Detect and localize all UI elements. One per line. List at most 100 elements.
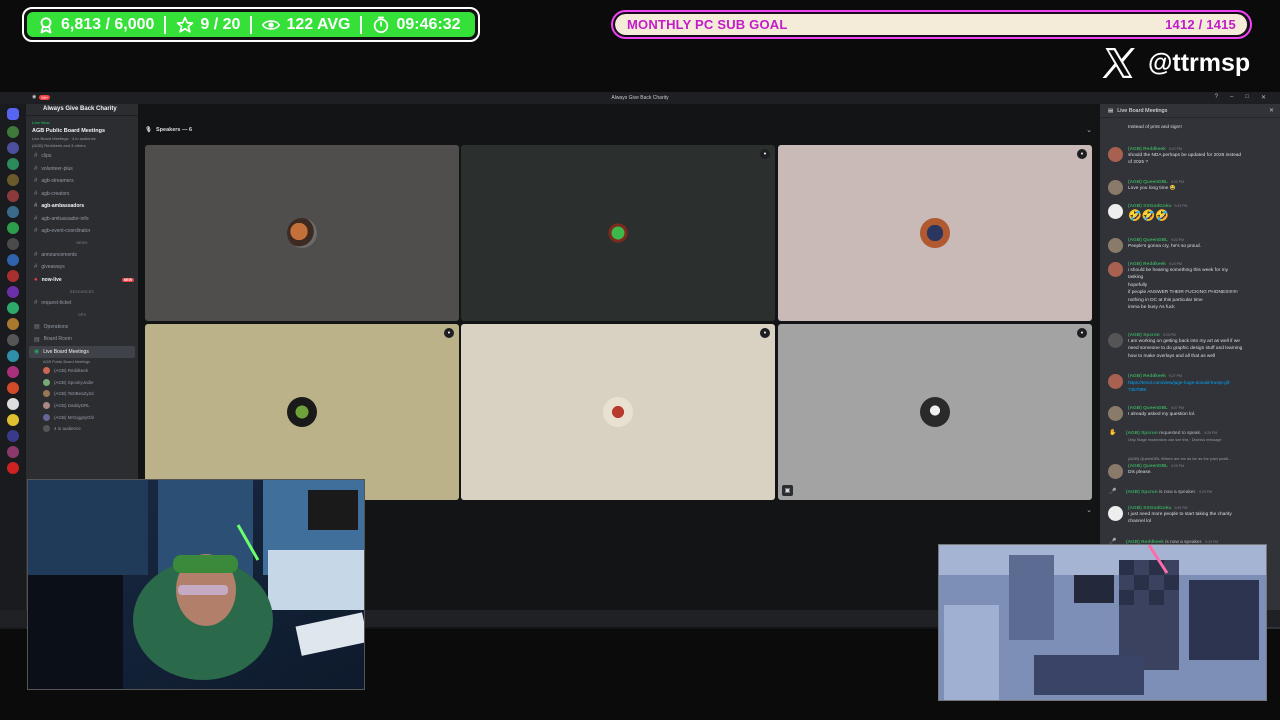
timestamp: 9:22 PM xyxy=(1168,147,1182,151)
server-icon[interactable] xyxy=(7,286,19,298)
channel-label: Live Board Meetings xyxy=(43,348,89,355)
close-icon[interactable]: ✕ xyxy=(1261,94,1266,101)
live-dot-icon: ● xyxy=(34,276,38,283)
chevron-down-icon[interactable]: ⌄ xyxy=(1086,126,1092,134)
channel-operations[interactable]: ▤ Operations xyxy=(26,321,138,334)
webcam-scene xyxy=(939,545,1266,700)
audience-count[interactable]: 4 in audience xyxy=(26,423,138,435)
speaker-tile[interactable]: • xyxy=(778,145,1092,321)
server-icon[interactable] xyxy=(7,174,19,186)
speaker-tile[interactable]: • xyxy=(145,324,459,500)
channel-now-live[interactable]: ● now-live NEW xyxy=(26,274,138,287)
avatar xyxy=(43,413,50,421)
channel-request-ticket[interactable]: # request-ticket xyxy=(26,297,138,310)
avatar xyxy=(1108,262,1123,277)
speaker-tile[interactable]: • xyxy=(461,145,775,321)
server-icon[interactable] xyxy=(7,398,19,410)
channel-board-room[interactable]: ▤ Board Room xyxy=(26,333,138,346)
channel-label: request-ticket xyxy=(41,300,72,307)
message-link[interactable]: 7357998 xyxy=(1128,386,1276,393)
channel-announcements[interactable]: # announcements xyxy=(26,249,138,262)
discord-home-icon[interactable] xyxy=(7,108,19,120)
chevron-down-icon[interactable]: ⌄ xyxy=(1086,506,1092,514)
server-icon[interactable] xyxy=(7,334,19,346)
server-icon[interactable] xyxy=(7,430,19,442)
server-icon[interactable] xyxy=(7,142,19,154)
voice-member[interactable]: (AGB) Reddkeek xyxy=(26,365,138,377)
server-icon[interactable] xyxy=(7,318,19,330)
channel-label: volunteer-plus xyxy=(41,165,73,172)
channel-agb-ambassador-info[interactable]: # agb-ambassador-info xyxy=(26,213,138,226)
live-event-card[interactable]: Live Now AGB Public Board Meetings Live … xyxy=(26,116,138,150)
server-icon[interactable] xyxy=(7,366,19,378)
server-name[interactable]: Always Give Back Charity xyxy=(26,104,138,116)
maximize-icon[interactable]: □ xyxy=(1245,94,1249,101)
more-icon[interactable]: • xyxy=(1077,328,1087,338)
avatar xyxy=(920,218,950,248)
screen-share-icon[interactable]: ▣ xyxy=(782,485,793,496)
message-text: nothing in DC at this particular time xyxy=(1128,297,1203,303)
channel-live-board-meetings[interactable]: ◉ Live Board Meetings xyxy=(29,345,135,358)
server-icon[interactable] xyxy=(7,302,19,314)
server-icon[interactable] xyxy=(7,206,19,218)
chat-icon: ▤ xyxy=(1108,107,1114,114)
voice-member[interactable]: (AGB) SpookyJodie xyxy=(26,377,138,389)
forum-icon: ▤ xyxy=(34,336,40,343)
avatar xyxy=(1108,180,1123,195)
close-icon[interactable]: ✕ xyxy=(1269,107,1274,114)
hash-icon: # xyxy=(34,178,38,185)
viewers-value: 122 AVG xyxy=(286,15,351,33)
server-icon[interactable] xyxy=(7,414,19,426)
channel-agb-streamers[interactable]: # agb-streamers xyxy=(26,175,138,188)
timestamp: 9:29 PM xyxy=(1170,464,1185,468)
server-icon[interactable] xyxy=(7,462,19,474)
channel-volunteer-plus[interactable]: # volunteer-plus xyxy=(26,163,138,176)
more-icon[interactable]: • xyxy=(760,328,770,338)
help-icon[interactable]: ? xyxy=(1215,94,1218,101)
more-icon[interactable]: • xyxy=(760,149,770,159)
more-icon[interactable]: • xyxy=(1077,149,1087,159)
channel-agb-ambassadors[interactable]: # agb-ambassadors xyxy=(26,200,138,213)
minimize-icon[interactable]: – xyxy=(1230,94,1233,101)
category-resources[interactable]: RESOURCES xyxy=(26,286,138,297)
speaker-tile[interactable]: • xyxy=(461,324,775,500)
server-icon[interactable] xyxy=(7,270,19,282)
more-icon[interactable]: • xyxy=(444,328,454,338)
message-text: Love you long time 😂 xyxy=(1128,186,1176,191)
timestamp: 9:23 PM xyxy=(1174,204,1188,208)
server-icon[interactable] xyxy=(7,238,19,250)
server-icon[interactable] xyxy=(7,254,19,266)
speaker-tile[interactable]: • ▣ xyxy=(778,324,1092,500)
message-link[interactable]: https://tenor.com/view/juge-huge-donald-… xyxy=(1128,379,1276,386)
category-news[interactable]: NEWS xyxy=(26,238,138,249)
avatar xyxy=(287,218,317,248)
voice-member[interactable]: (AGB) MrGiggityGhl xyxy=(26,411,138,423)
server-icon[interactable] xyxy=(7,190,19,202)
message-author[interactable]: (AGB) Spcron xyxy=(1126,490,1158,495)
channel-agb-creators[interactable]: # agb-creators xyxy=(26,188,138,201)
avatar xyxy=(1108,147,1123,162)
member-name: (AGB) Reddkeek xyxy=(54,368,89,374)
reply-preview[interactable]: (AGB) QueenDBL Where are we as far as th… xyxy=(1106,456,1276,461)
voice-member[interactable]: (AGB) TeDBeaZy2d xyxy=(26,388,138,400)
inbox-icon[interactable]: ◉ xyxy=(32,94,36,100)
channel-agb-event-coordinator[interactable]: # agb-event-coordinator xyxy=(26,225,138,238)
server-icon[interactable] xyxy=(7,126,19,138)
uptime-stat: 09:46:32 xyxy=(362,12,470,37)
speaker-tile[interactable] xyxy=(145,145,459,321)
live-event-subtitle: Live Board Meetings · 4 in audience xyxy=(32,136,96,141)
server-icon[interactable] xyxy=(7,222,19,234)
message-text: Dis please. xyxy=(1128,470,1152,475)
channel-clips[interactable]: # clips xyxy=(26,150,138,163)
channel-label: announcements xyxy=(41,251,77,258)
server-icon[interactable] xyxy=(7,158,19,170)
room-webcam xyxy=(938,544,1267,701)
voice-member[interactable]: (AGB) DaddyDRL xyxy=(26,400,138,412)
message-author[interactable]: (AGB) Spcron xyxy=(1126,431,1158,436)
server-icon[interactable] xyxy=(7,446,19,458)
server-icon[interactable] xyxy=(7,350,19,362)
category-ops[interactable]: OPS xyxy=(26,310,138,321)
message-text: I just need more people to start taking … xyxy=(1128,512,1232,517)
channel-giveaways[interactable]: # giveaways xyxy=(26,261,138,274)
server-icon[interactable] xyxy=(7,382,19,394)
